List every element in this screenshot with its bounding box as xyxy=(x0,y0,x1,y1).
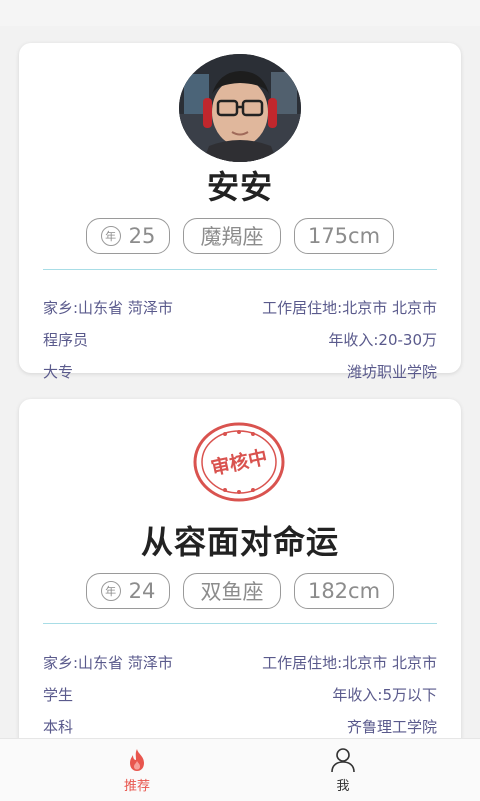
info-row: 本科 齐鲁理工学院 xyxy=(43,716,437,737)
workplace: 工作居住地:北京市 北京市 xyxy=(262,654,437,672)
age-value: 25 xyxy=(128,224,156,248)
education: 本科 xyxy=(43,718,74,736)
height-tag: 175cm xyxy=(294,218,394,254)
info-row: 程序员 年收入:20-30万 xyxy=(43,329,437,350)
zodiac-tag: 魔羯座 xyxy=(183,218,281,254)
profile-name: 从容面对命运 xyxy=(140,523,339,561)
tag-row: 年 24 双鱼座 182cm xyxy=(19,573,461,609)
profile-card[interactable]: 审核中 从容面对命运 年 24 双鱼座 182cm 家乡:山东省 菏泽市 工作居… xyxy=(19,399,461,738)
info-row: 大专 潍坊职业学院 xyxy=(43,361,437,382)
tab-me[interactable]: 我 xyxy=(303,747,383,794)
workplace: 工作居住地:北京市 北京市 xyxy=(262,299,437,317)
info-row: 家乡:山东省 菏泽市 工作居住地:北京市 北京市 xyxy=(43,652,437,673)
stamp-text: 审核中 xyxy=(209,445,270,479)
education: 大专 xyxy=(43,363,74,381)
flame-icon xyxy=(130,749,144,771)
tag-row: 年 25 魔羯座 175cm xyxy=(19,218,461,254)
age-badge-icon: 年 xyxy=(100,226,121,246)
review-stamp-icon: 审核中 xyxy=(193,422,285,502)
tab-me-label: 我 xyxy=(336,779,350,794)
age-tag: 年 24 xyxy=(86,573,170,609)
info-row: 学生 年收入:5万以下 xyxy=(43,684,437,705)
tab-recommend-label: 推荐 xyxy=(123,779,150,794)
profile-name: 安安 xyxy=(206,168,273,206)
status-bar xyxy=(0,0,480,26)
zodiac-tag: 双鱼座 xyxy=(183,573,281,609)
person-icon xyxy=(331,748,355,773)
hometown: 家乡:山东省 菏泽市 xyxy=(43,654,173,672)
school: 齐鲁理工学院 xyxy=(346,718,437,736)
age-value: 24 xyxy=(128,579,156,603)
age-badge-icon: 年 xyxy=(100,581,121,601)
divider xyxy=(43,269,437,270)
profile-feed[interactable]: 安安 年 25 魔羯座 175cm 家乡:山东省 菏泽市 工作居住地:北京市 北… xyxy=(0,26,480,738)
income: 年收入:20-30万 xyxy=(328,331,437,349)
divider xyxy=(43,623,437,624)
age-tag: 年 25 xyxy=(86,218,170,254)
income: 年收入:5万以下 xyxy=(332,686,437,704)
occupation: 学生 xyxy=(43,686,74,704)
bottom-nav: 推荐 我 xyxy=(0,738,480,801)
hometown: 家乡:山东省 菏泽市 xyxy=(43,299,173,317)
info-row: 家乡:山东省 菏泽市 工作居住地:北京市 北京市 xyxy=(43,297,437,318)
school: 潍坊职业学院 xyxy=(346,363,437,381)
tab-recommend[interactable]: 推荐 xyxy=(97,747,177,794)
height-tag: 182cm xyxy=(294,573,394,609)
occupation: 程序员 xyxy=(43,331,89,349)
profile-card[interactable]: 安安 年 25 魔羯座 175cm 家乡:山东省 菏泽市 工作居住地:北京市 北… xyxy=(19,43,461,381)
avatar[interactable] xyxy=(179,54,301,162)
